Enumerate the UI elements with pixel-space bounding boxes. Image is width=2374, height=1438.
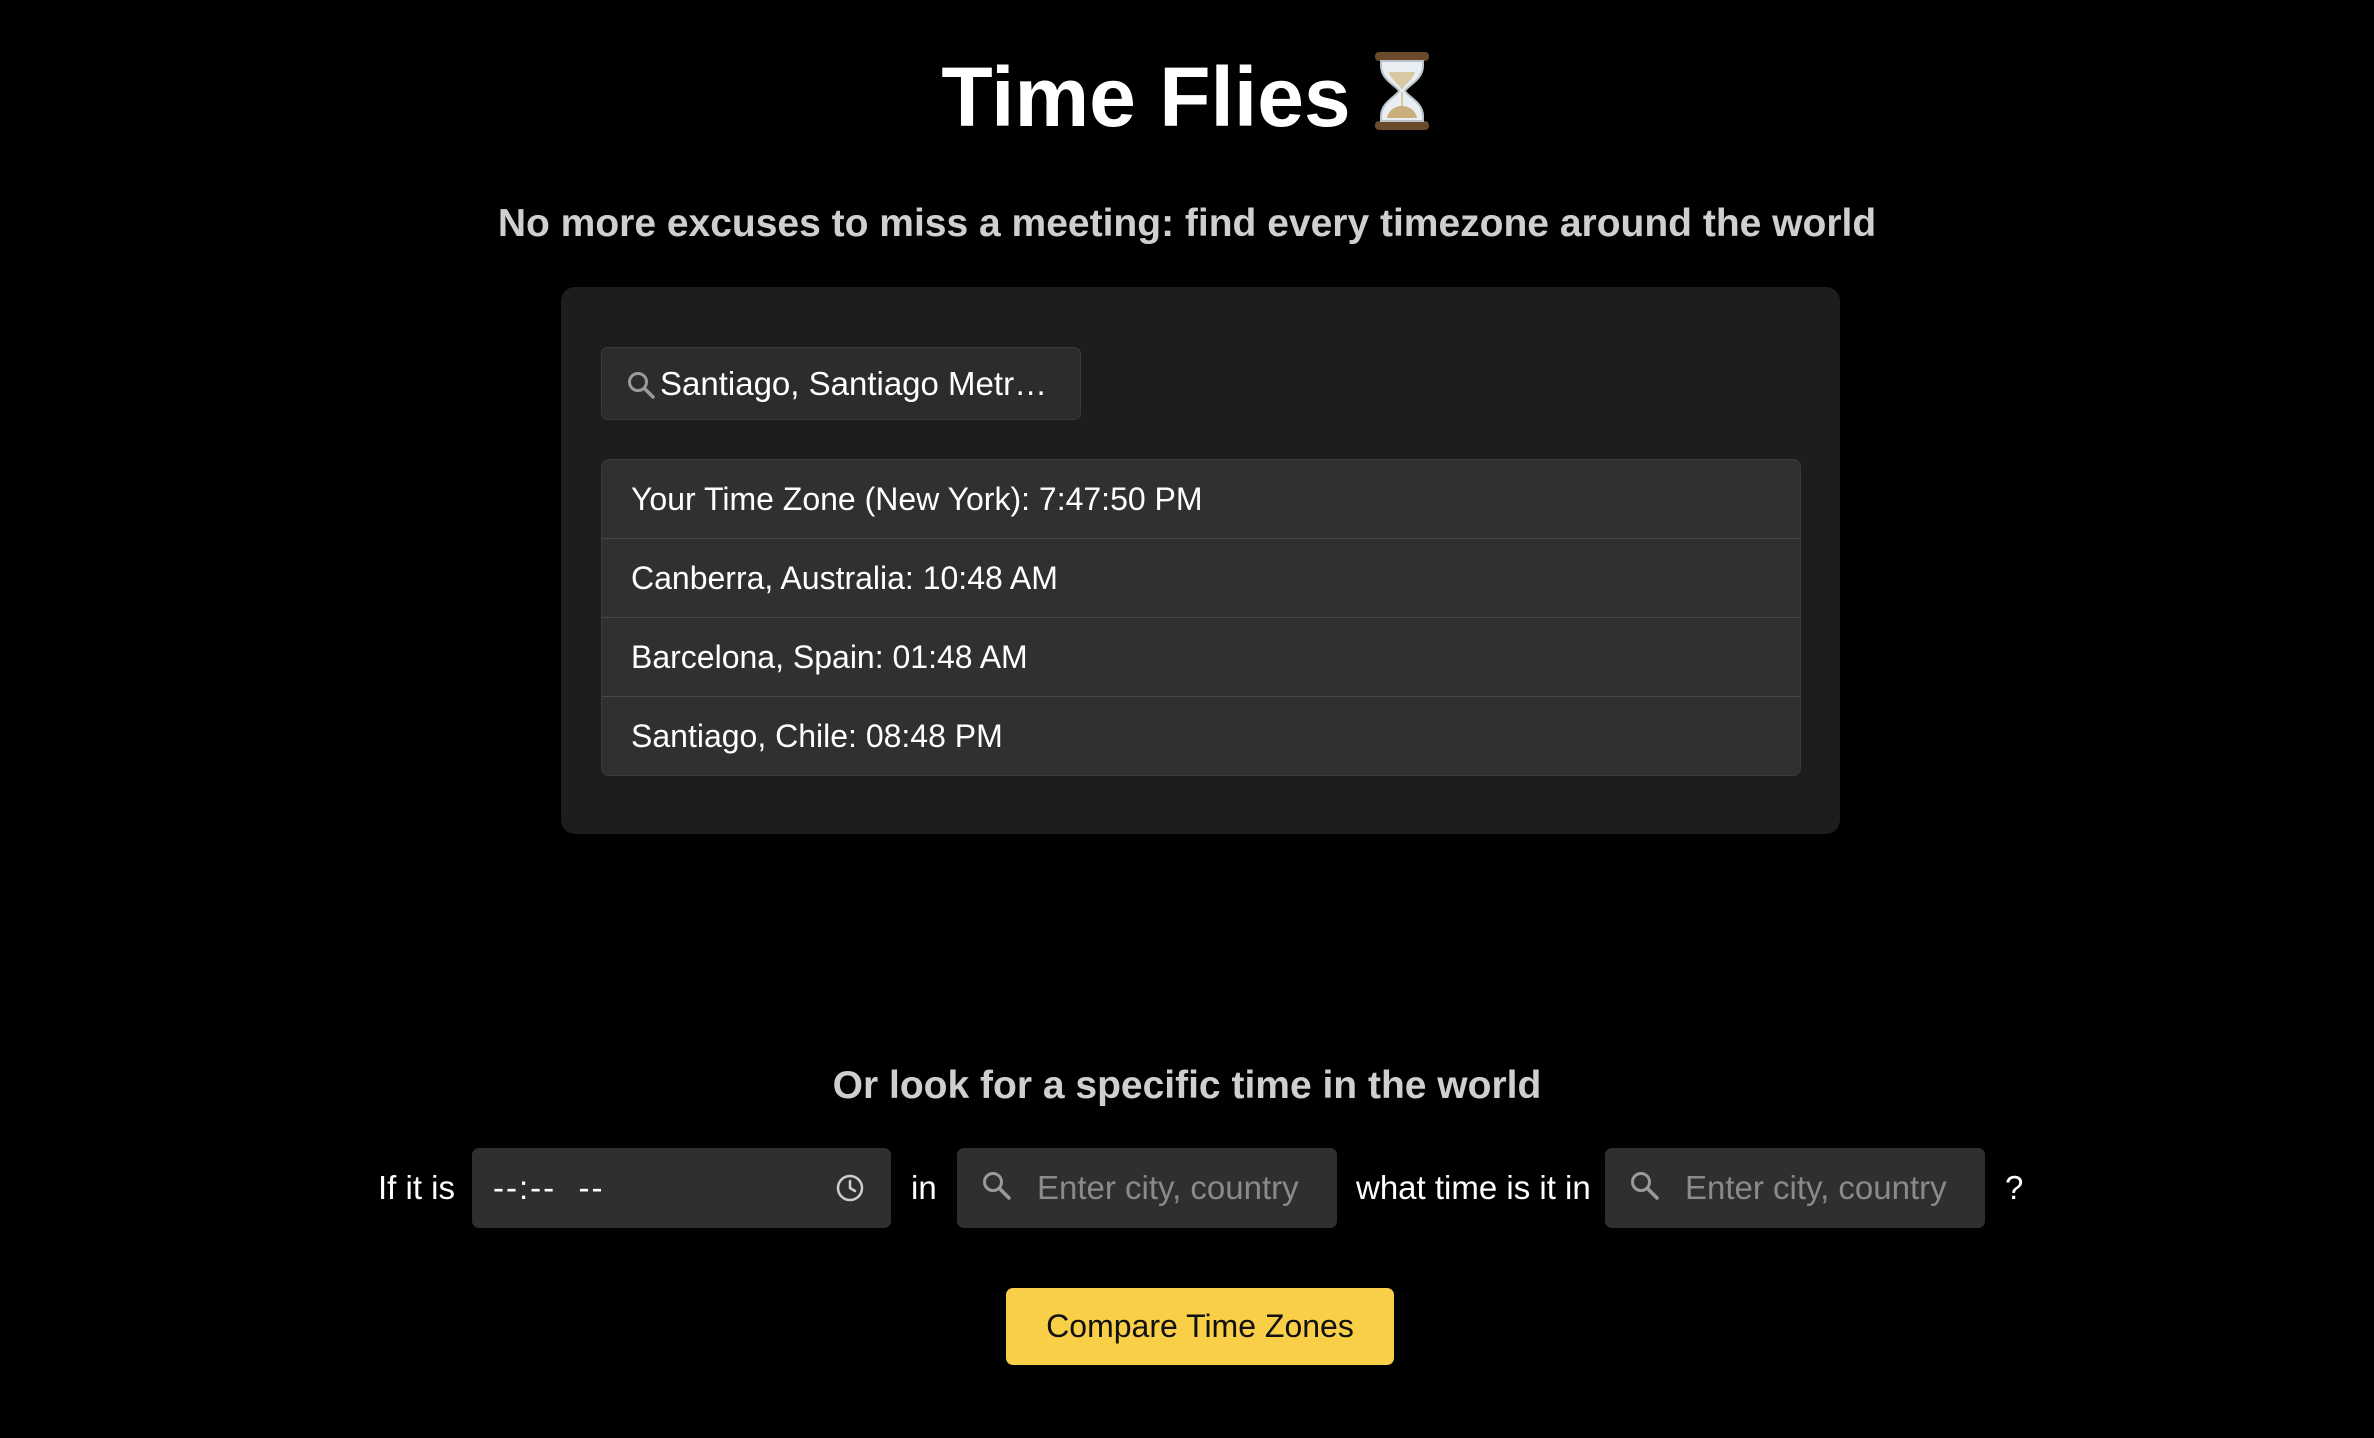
from-location-field[interactable] [957,1148,1337,1228]
timezone-card: Santiago, Santiago Metropolitan Region, … [561,287,1840,834]
in-label: in [911,1169,937,1206]
timezone-list: Your Time Zone (New York): 7:47:50 PM Ca… [601,459,1801,776]
to-location-input[interactable] [1685,1148,1965,1228]
if-it-is-label: If it is [378,1169,456,1206]
hourglass-icon [1371,48,1433,158]
location-search[interactable]: Santiago, Santiago Metropolitan Region, … [601,347,1081,420]
page-title: Time Flies [0,42,2374,158]
search-icon [626,370,656,400]
list-item: Canberra, Australia: 10:48 AM [602,539,1800,618]
converter-heading: Or look for a specific time in the world [832,1064,1542,1107]
from-location-input[interactable] [1037,1148,1317,1228]
to-location-field[interactable] [1605,1148,1985,1228]
time-input[interactable]: --:-- -- [472,1148,891,1228]
search-icon [981,1170,1013,1202]
list-item: Barcelona, Spain: 01:48 AM [602,618,1800,697]
location-search-value[interactable]: Santiago, Santiago Metropolitan Region, … [660,348,1065,419]
page-subtitle: No more excuses to miss a meeting: find … [497,202,1877,245]
what-time-label: what time is it in [1356,1169,1591,1206]
title-text: Time Flies [941,50,1351,144]
time-input-value[interactable]: --:-- -- [493,1148,604,1228]
clock-icon[interactable] [835,1173,865,1203]
list-item: Santiago, Chile: 08:48 PM [631,718,1003,754]
list-item: Your Time Zone (New York): 7:47:50 PM [602,460,1800,539]
compare-time-zones-button[interactable]: Compare Time Zones [1006,1288,1394,1365]
search-icon [1629,1170,1661,1202]
question-mark: ? [2005,1169,2024,1206]
